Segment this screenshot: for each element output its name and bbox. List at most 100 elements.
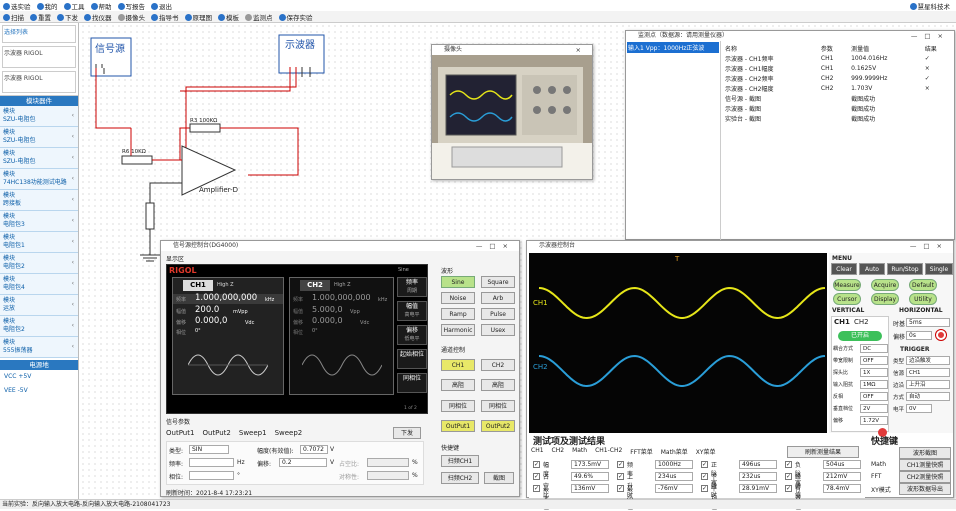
waveform-button[interactable]: Square	[481, 276, 515, 288]
table-row[interactable]: 示波器 - 截图 截图成功	[723, 103, 952, 113]
menu-item-help[interactable]: 帮助	[90, 1, 112, 11]
resistor-r6[interactable]	[121, 155, 153, 165]
sym-field[interactable]	[367, 471, 409, 480]
vertical-field-select[interactable]: OFF	[860, 356, 888, 365]
shortcut-button[interactable]: CH1测量快照	[899, 459, 951, 471]
measure-tab[interactable]: XY菜单	[696, 447, 716, 456]
gen-screenshot-button[interactable]: 截图	[484, 472, 514, 484]
user-name[interactable]: 慧星科技术	[909, 1, 950, 11]
shortcut-mode[interactable]: FFT	[871, 473, 881, 480]
toolbar-template[interactable]: 模板	[218, 12, 239, 22]
menu-item-exit[interactable]: 退出	[151, 1, 172, 11]
waveform-button[interactable]: Pulse	[481, 308, 515, 320]
tab-sweep2[interactable]: Sweep2	[275, 429, 303, 437]
waveform-button[interactable]: Arb	[481, 292, 515, 304]
refresh-measure-button[interactable]: 刷新测量结果	[787, 446, 859, 458]
output2-button[interactable]: OutPut2	[481, 420, 515, 432]
soft-key[interactable]: 偏移 低电平	[397, 325, 427, 345]
power-vee[interactable]: VEE -5V	[4, 387, 74, 395]
sidebar-item[interactable]: 模块 电阻包2 ‹	[0, 253, 78, 274]
ch2-phase-button[interactable]: 同相位	[481, 400, 515, 412]
shortcut-button[interactable]: CH2测量快照	[899, 471, 951, 483]
measure-tab[interactable]: FFT菜单	[630, 447, 652, 456]
window-controls-icon[interactable]: —□×	[476, 241, 515, 251]
phase-field[interactable]	[189, 471, 234, 480]
measure-checkbox[interactable]: ✓	[617, 485, 624, 492]
measure-checkbox[interactable]: ✓	[533, 485, 540, 492]
clear-button[interactable]: Clear	[831, 263, 857, 275]
monitor-window[interactable]: 监测点（数据源：请用测量仪器） —□× 输入1 Vpp：1000Hz正弦波 名称 参…	[625, 30, 955, 240]
measure-tab[interactable]: Math菜单	[661, 447, 688, 456]
menu-item-mine[interactable]: 我的	[36, 1, 58, 11]
monitor-condition[interactable]: 输入1 Vpp：1000Hz正弦波	[627, 42, 719, 53]
measure-checkbox[interactable]: ✓	[701, 461, 708, 468]
vertical-tab-ch1[interactable]: CH1	[834, 318, 850, 326]
toolbar-guide[interactable]: 指导书	[151, 12, 179, 22]
measure-tab[interactable]: CH2	[552, 447, 565, 456]
channel-on-toggle[interactable]: 已开启	[838, 331, 882, 341]
ch1-select-button[interactable]: CH1	[441, 359, 475, 371]
menu-item-tools[interactable]: 工具	[63, 1, 85, 11]
sidebar-item[interactable]: 模块 SZU-电阻包 ‹	[0, 148, 78, 169]
camera-window[interactable]: 摄像头 ×	[431, 44, 593, 180]
display-button[interactable]: Display	[871, 293, 899, 305]
menu-item-experiment[interactable]: 选实验	[3, 1, 31, 11]
table-row[interactable]: 信号源 - 截图 截图成功	[723, 93, 952, 103]
sidebar-item[interactable]: 模块 跨接板 ‹	[0, 190, 78, 211]
type-field[interactable]: SIN	[189, 445, 229, 454]
trigger-field-select[interactable]: 上升沿	[906, 380, 950, 389]
tab-output1[interactable]: OutPut1	[166, 429, 194, 437]
waveform-button[interactable]: Harmonic	[441, 324, 475, 336]
duty-field[interactable]	[367, 458, 409, 467]
vertical-field-select[interactable]: 1.72V	[860, 416, 888, 425]
trigger-field-select[interactable]: 自动	[906, 392, 950, 401]
soft-key[interactable]: 同相位	[397, 373, 427, 393]
sidebar-top-item[interactable]: 选择列表	[2, 25, 76, 43]
ch1-highz-button[interactable]: 高阻	[441, 379, 475, 391]
ch1-phase-button[interactable]: 同相位	[441, 400, 475, 412]
signal-generator-window[interactable]: 信号源控制台(DG4000) —□× 显示区 RIGOL CH1 High Z 频…	[160, 240, 520, 497]
sidebar-item[interactable]: 模块 电阻包3 ‹	[0, 211, 78, 232]
sweep-ch2-button[interactable]: 扫频CH2	[441, 472, 479, 484]
menu-item-report[interactable]: 写报告	[117, 1, 145, 11]
measure-tab[interactable]: Math	[572, 447, 587, 456]
vertical-field-select[interactable]: DC	[860, 344, 888, 353]
sidebar-item[interactable]: 模块 电阻包1 ‹	[0, 232, 78, 253]
sidebar-top-item[interactable]: 示波器 RIGOL	[2, 46, 76, 68]
trigger-field-select[interactable]: 边沿触发	[906, 356, 950, 365]
output1-button[interactable]: OutPut1	[441, 420, 475, 432]
waveform-button[interactable]: Usex	[481, 324, 515, 336]
shortcut-button[interactable]: 波形截图	[899, 447, 951, 459]
default-button[interactable]: Default	[909, 279, 937, 291]
sidebar-item[interactable]: 模块 SZU-电阻包 ‹	[0, 106, 78, 127]
measure-checkbox[interactable]: ✓	[533, 461, 540, 468]
shortcut-mode[interactable]: XY模式	[871, 485, 891, 494]
waveform-button[interactable]: Ramp	[441, 308, 475, 320]
toolbar-save[interactable]: 保存实验	[278, 12, 313, 22]
oscilloscope-window[interactable]: 示波器控制台 —□× T CH1 CH2 MENU Clear Auto Run/…	[526, 240, 954, 511]
cursor-button[interactable]: Cursor	[833, 293, 861, 305]
measure-checkbox[interactable]: ✓	[701, 473, 708, 480]
window-controls-icon[interactable]: —□×	[911, 31, 950, 41]
power-vcc[interactable]: VCC +5V	[4, 373, 74, 381]
window-controls-icon[interactable]: —□×	[910, 241, 949, 251]
sweep-ch1-button[interactable]: 扫频CH1	[441, 455, 479, 467]
vertical-tab-ch2[interactable]: CH2	[854, 318, 869, 326]
table-row[interactable]: 示波器 - CH1频率 CH1 1004.016Hz ✓	[723, 53, 952, 63]
soft-key[interactable]: 频率 周期	[397, 277, 427, 297]
utility-button[interactable]: Utility	[909, 293, 937, 305]
acquire-button[interactable]: Acquire	[871, 279, 899, 291]
sidebar-item[interactable]: 模块 SZU-电阻包 ‹	[0, 127, 78, 148]
toolbar-scan[interactable]: 扫描	[3, 12, 24, 22]
toolbar-camera[interactable]: 摄像头	[117, 12, 145, 22]
timebase-field[interactable]: 5ms	[906, 318, 950, 327]
table-row[interactable]: 示波器 - CH2频率 CH2 999.9999Hz ✓	[723, 73, 952, 83]
waveform-button[interactable]: Sine	[441, 276, 475, 288]
toolbar-find[interactable]: 找仪器	[84, 12, 112, 22]
measure-checkbox[interactable]: ✓	[617, 461, 624, 468]
vertical-field-select[interactable]: 1X	[860, 368, 888, 377]
vertical-field-select[interactable]: 2V	[860, 404, 888, 413]
vertical-field-select[interactable]: 1MΩ	[860, 380, 888, 389]
auto-button[interactable]: Auto	[859, 263, 885, 275]
amp-field[interactable]: 0.7072	[300, 445, 328, 454]
